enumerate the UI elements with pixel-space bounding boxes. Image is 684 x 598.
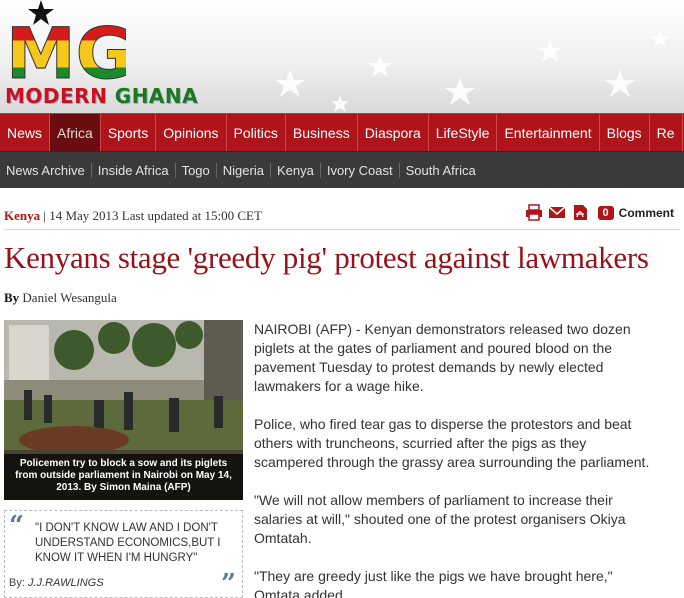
logo-mark: MG: [6, 18, 126, 84]
photo-caption: Policemen try to block a sow and its pig…: [4, 454, 243, 500]
comment-count-badge[interactable]: 0: [597, 205, 614, 220]
section-link[interactable]: Kenya: [4, 208, 40, 223]
article-paragraph: Police, who fired tear gas to disperse t…: [254, 416, 650, 470]
email-icon[interactable]: [548, 204, 566, 221]
nav-item-entertainment[interactable]: Entertainment: [497, 114, 600, 151]
site-logo[interactable]: MG MODERN GHANA: [0, 0, 230, 113]
quote-text: "I DON'T KNOW LAW AND I DON'T UNDERSTAND…: [35, 522, 221, 564]
nav-item-sports[interactable]: Sports: [101, 114, 157, 151]
nav-item-blogs[interactable]: Blogs: [600, 114, 650, 151]
subnav-item-nigeria[interactable]: Nigeria: [217, 162, 271, 178]
subnav-item-inside-africa[interactable]: Inside Africa: [92, 162, 176, 178]
subnav-item-news-archive[interactable]: News Archive: [0, 162, 92, 178]
article-title: Kenyans stage 'greedy pig' protest again…: [4, 240, 649, 275]
author-name[interactable]: Daniel Wesangula: [22, 290, 116, 305]
nav-item-lifestyle[interactable]: LifeStyle: [429, 114, 498, 151]
article-body: NAIROBI (AFP) - Kenyan demonstrators rel…: [254, 320, 654, 598]
nav-item-diaspora[interactable]: Diaspora: [358, 114, 429, 151]
meta-divider: [4, 229, 680, 230]
quote-attribution: By: J.J.RAWLINGS: [9, 577, 104, 589]
main-nav: News Africa Sports Opinions Politics Bus…: [0, 113, 684, 151]
nav-item-re[interactable]: Re: [650, 114, 683, 151]
nav-item-news[interactable]: News: [0, 114, 51, 151]
close-quote-icon: ”: [221, 569, 236, 598]
subnav-item-togo[interactable]: Togo: [176, 162, 217, 178]
subnav-item-ivory-coast[interactable]: Ivory Coast: [321, 162, 400, 178]
sub-nav: News Archive Inside Africa Togo Nigeria …: [0, 151, 684, 188]
byline: By Daniel Wesangula: [4, 290, 117, 305]
subnav-item-south-africa[interactable]: South Africa: [400, 163, 482, 178]
quote-box: “ "I DON'T KNOW LAW AND I DON'T UNDERSTA…: [4, 510, 243, 598]
print-icon[interactable]: [525, 204, 543, 221]
pdf-icon[interactable]: [571, 204, 589, 221]
comment-link[interactable]: Comment: [619, 206, 674, 220]
logo-wordmark: MODERN GHANA: [5, 84, 199, 108]
nav-item-business[interactable]: Business: [286, 114, 358, 151]
open-quote-icon: “: [9, 511, 24, 541]
article-tools: 0 Comment: [525, 204, 674, 221]
nav-item-opinions[interactable]: Opinions: [156, 114, 227, 151]
svg-text:MG: MG: [6, 18, 126, 84]
article-meta: Kenya | 14 May 2013 Last updated at 15:0…: [4, 208, 262, 224]
article-paragraph: "They are greedy just like the pigs we h…: [254, 568, 613, 598]
quote-author[interactable]: J.J.RAWLINGS: [28, 577, 104, 589]
site-header: MG MODERN GHANA: [0, 0, 684, 113]
article-photo[interactable]: Policemen try to block a sow and its pig…: [4, 320, 243, 500]
nav-item-africa[interactable]: Africa: [50, 114, 101, 151]
stars-background: [275, 30, 669, 112]
article-paragraph: "We will not allow members of parliament…: [254, 492, 626, 546]
subnav-item-kenya[interactable]: Kenya: [271, 162, 321, 178]
article-paragraph: NAIROBI (AFP) - Kenyan demonstrators rel…: [254, 321, 631, 394]
nav-item-politics[interactable]: Politics: [227, 114, 286, 151]
date-line: | 14 May 2013 Last updated at 15:00 CET: [43, 208, 262, 223]
